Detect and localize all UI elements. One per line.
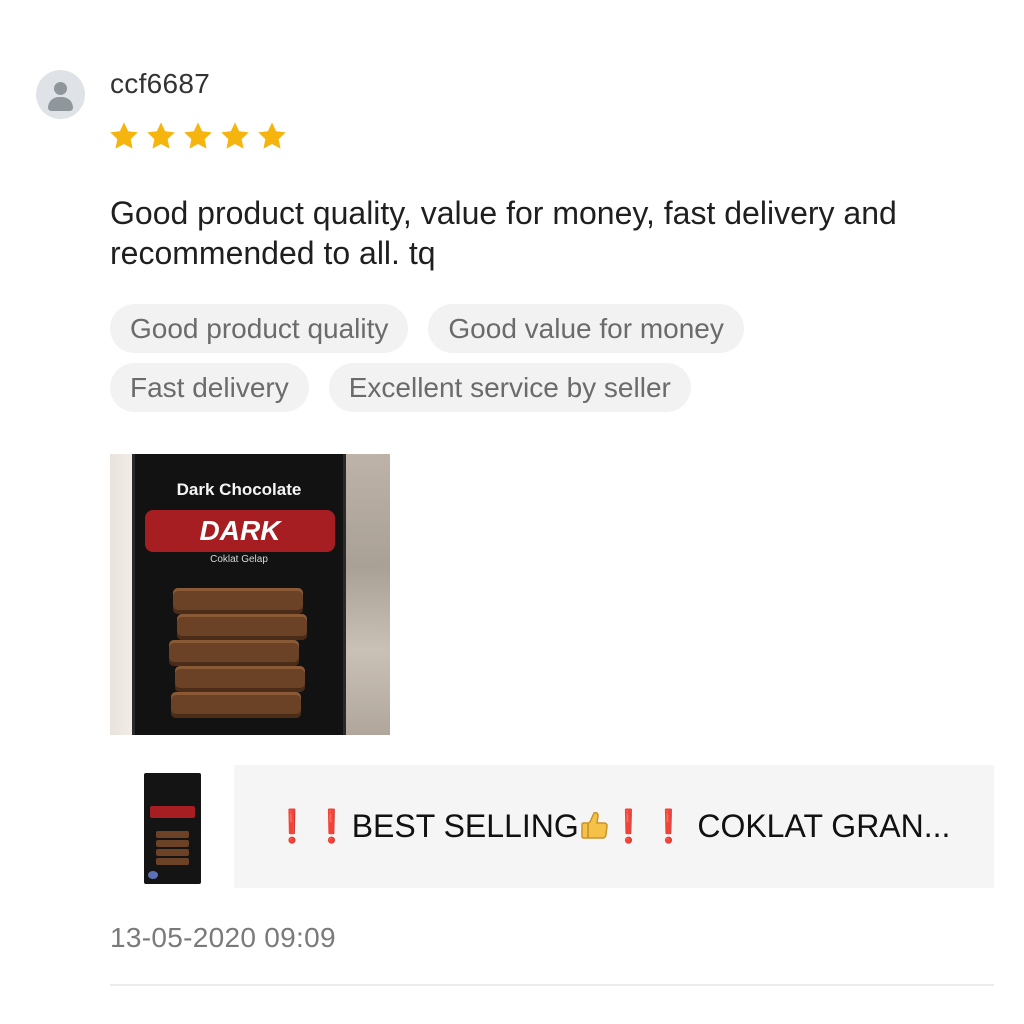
review-tag: Good product quality: [110, 304, 409, 353]
user-avatar-icon[interactable]: [36, 70, 85, 119]
product-thumbnail[interactable]: [144, 773, 201, 884]
star-icon: [184, 122, 212, 149]
review-tag: Good value for money: [428, 304, 744, 353]
photo-sub-label: Coklat Gelap: [210, 554, 268, 565]
double-exclamation-icon: ❗❗: [272, 808, 352, 844]
star-icon: [147, 122, 175, 149]
rating-stars: [108, 120, 288, 152]
star-icon: [110, 122, 138, 149]
review-tags: Good product quality Good value for mone…: [110, 304, 830, 412]
product-title-suffix: COKLAT GRAN...: [697, 808, 951, 844]
review-text: Good product quality, value for money, f…: [110, 195, 897, 271]
product-title: ❗❗BEST SELLING ❗❗ COKLAT GRAN...: [272, 765, 950, 888]
review-photo[interactable]: Dark Chocolate DARK Coklat Gelap: [110, 454, 390, 735]
product-link-card[interactable]: ❗❗BEST SELLING ❗❗ COKLAT GRAN...: [234, 765, 994, 888]
chocolate-box-image: Dark Chocolate DARK Coklat Gelap: [132, 454, 346, 735]
review-tag: Fast delivery: [110, 363, 309, 412]
star-icon: [221, 122, 249, 149]
review-tag: Excellent service by seller: [328, 363, 691, 412]
star-icon: [258, 122, 286, 149]
thumbs-up-icon: [581, 811, 608, 839]
photo-band-label: DARK: [145, 510, 335, 552]
photo-box-label: Dark Chocolate: [176, 480, 302, 499]
double-exclamation-icon: ❗❗: [608, 808, 689, 844]
product-title-text: BEST SELLING: [351, 808, 579, 844]
reviewer-username: ccf6687: [110, 68, 211, 99]
review-date: 13-05-2020 09:09: [110, 922, 336, 953]
divider: [110, 984, 994, 986]
